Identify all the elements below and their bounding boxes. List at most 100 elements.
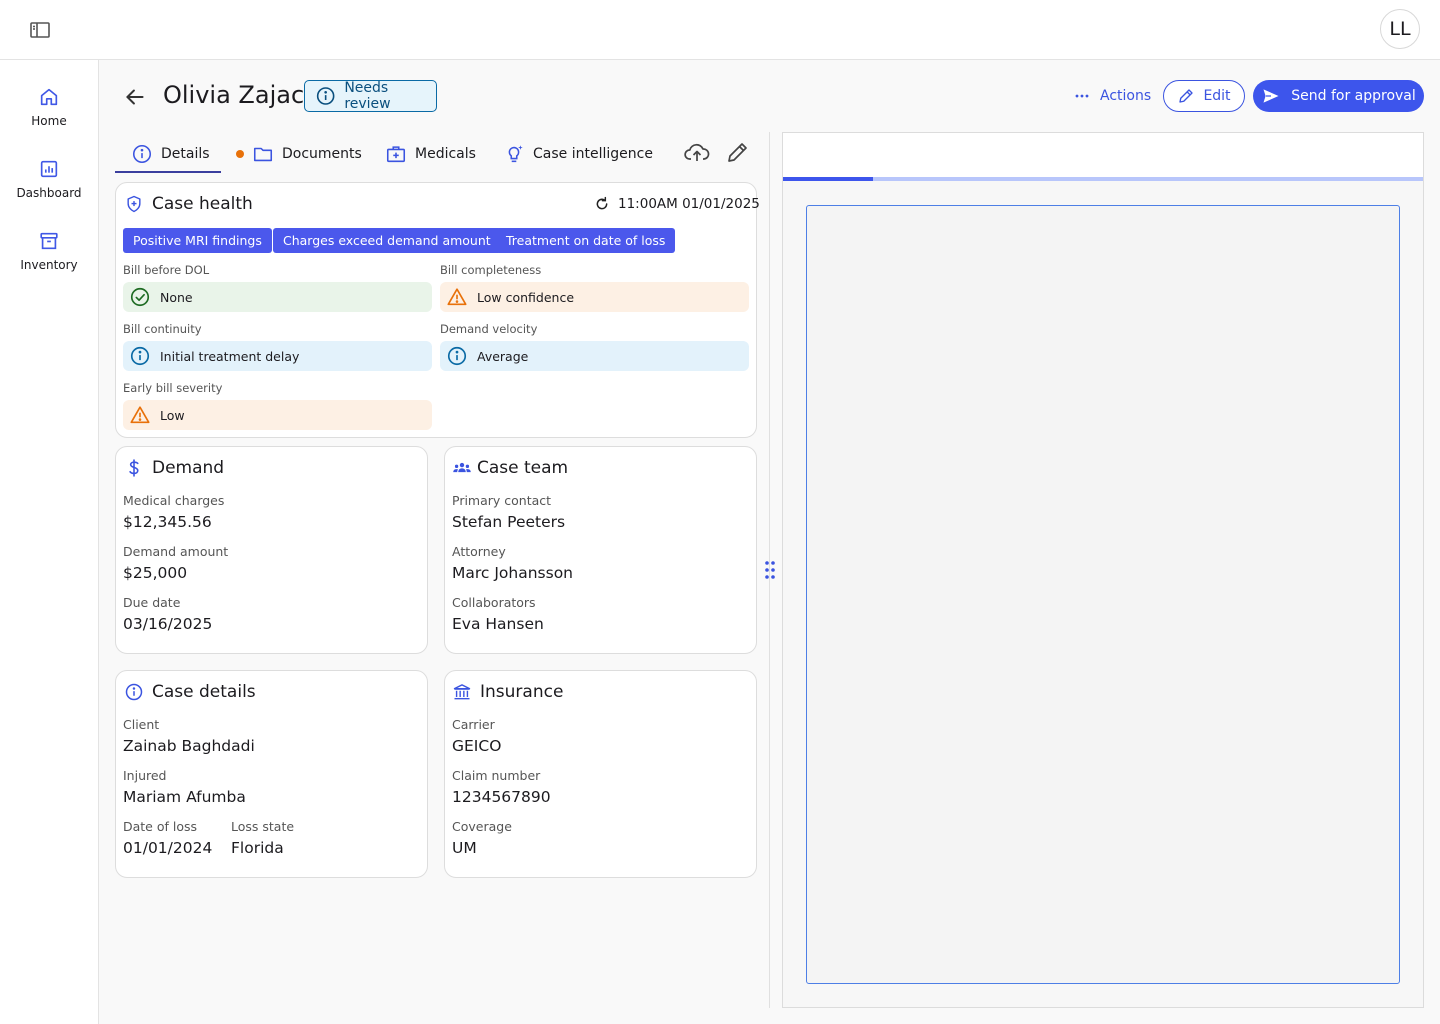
insurance-title: Insurance [452,682,563,702]
metric-value: Average [440,341,749,371]
finding-chip[interactable]: Treatment on date of loss [496,228,676,253]
field-label: Demand amount [123,544,229,559]
sidebar-item-label: Dashboard [16,186,82,200]
status-badge: Needs review [304,80,437,112]
card-title-text: Case team [477,458,569,478]
info-icon [447,346,467,366]
metric-label: Bill before DOL [123,263,210,277]
field-value: Stefan Peeters [452,513,566,531]
info-icon [132,144,152,164]
sidebar-item-label: Inventory [20,258,78,272]
sidebar-item-home[interactable]: Home [0,86,98,128]
field-label: Medical charges [123,493,225,508]
loading-progress-bar [783,177,873,181]
actions-label: Actions [1100,88,1152,104]
metric-value: Low confidence [440,282,749,312]
send-label: Send for approval [1291,88,1416,104]
side-nav: Home Dashboard Inventory [0,60,99,1024]
page-title: Olivia Zajac [163,81,305,109]
field-label: Attorney [452,544,506,559]
shield-plus-icon [127,195,141,213]
metric-value: Low [123,400,432,430]
document-viewer[interactable] [806,205,1400,984]
pencil-icon[interactable] [724,140,752,166]
info-icon [316,87,335,105]
cloud-upload-icon[interactable] [683,140,711,166]
home-icon [40,88,58,106]
field-label: Coverage [452,819,512,834]
timestamp-text: 11:00AM 01/01/2025 [618,196,760,212]
actions-button[interactable]: Actions [1072,84,1151,108]
send-icon [1263,89,1279,103]
loading-progress-track [783,177,1423,181]
preview-toolbar [783,133,1423,177]
field-value: UM [452,839,477,857]
demand-title: Demand [124,458,224,478]
tab-label: Details [161,146,210,162]
last-updated: 11:00AM 01/01/2025 [594,196,760,212]
tab-medicals[interactable]: Medicals [385,140,476,168]
metric-value: None [123,282,432,312]
metric-value-text: Average [477,348,529,364]
field-label: Date of loss [123,819,198,834]
field-value: 1234567890 [452,788,551,806]
field-label: Injured [123,768,167,783]
lightbulb-sparkle-icon [508,145,523,163]
sidebar-toggle-icon[interactable] [28,18,52,42]
field-value: GEICO [452,737,502,755]
warning-icon [130,406,150,424]
folder-icon [253,147,273,162]
field-label: Client [123,717,160,732]
bank-icon [453,684,471,700]
field-value: $25,000 [123,564,188,582]
field-label: Collaborators [452,595,536,610]
metric-value-text: None [160,289,193,305]
tab-label: Medicals [415,146,476,162]
people-icon [453,462,471,473]
avatar[interactable]: LL [1380,9,1420,49]
tab-label: Documents [282,146,362,162]
card-title-text: Insurance [480,682,564,702]
metric-label: Bill completeness [440,263,542,277]
dollar-icon [129,459,139,477]
tab-details[interactable]: Details [131,140,210,168]
card-title-text: Case health [152,194,253,214]
tab-documents[interactable]: Documents [236,140,362,168]
info-icon [125,683,143,701]
case-team-title: Case team [452,458,568,478]
sidebar-item-dashboard[interactable]: Dashboard [0,158,98,200]
tab-case-intelligence[interactable]: Case intelligence [503,140,653,168]
field-value: Marc Johansson [452,564,574,582]
warning-icon [447,288,467,306]
field-value: $12,345.56 [123,513,212,531]
inventory-icon [40,232,58,250]
info-icon [130,346,150,366]
finding-chip[interactable]: Positive MRI findings [123,228,272,253]
metric-value-text: Initial treatment delay [160,348,300,364]
field-label: Primary contact [452,493,552,508]
sidebar-item-inventory[interactable]: Inventory [0,230,98,272]
field-value: Florida [231,839,284,857]
medical-kit-icon [386,146,406,163]
check-circle-icon [130,287,150,307]
active-tab-indicator [115,171,221,173]
finding-chip[interactable]: Charges exceed demand amount [273,228,501,253]
field-value: 01/01/2024 [123,839,213,857]
pencil-icon [1179,89,1194,103]
field-label: Carrier [452,717,495,732]
refresh-icon[interactable] [594,196,610,212]
metric-value-text: Low confidence [477,289,575,305]
field-value: Eva Hansen [452,615,544,633]
metric-label: Early bill severity [123,381,223,395]
field-value: Zainab Baghdadi [123,737,255,755]
drag-handle-icon[interactable] [764,560,776,580]
card-title-text: Case details [152,682,256,702]
field-value: Mariam Afumba [123,788,246,806]
back-arrow-icon[interactable] [122,84,148,110]
case-details-title: Case details [124,682,256,702]
metric-value: Initial treatment delay [123,341,432,371]
send-for-approval-button[interactable]: Send for approval [1253,80,1424,112]
unread-dot [236,150,244,158]
metric-label: Demand velocity [440,322,538,336]
edit-button[interactable]: Edit [1163,80,1245,112]
